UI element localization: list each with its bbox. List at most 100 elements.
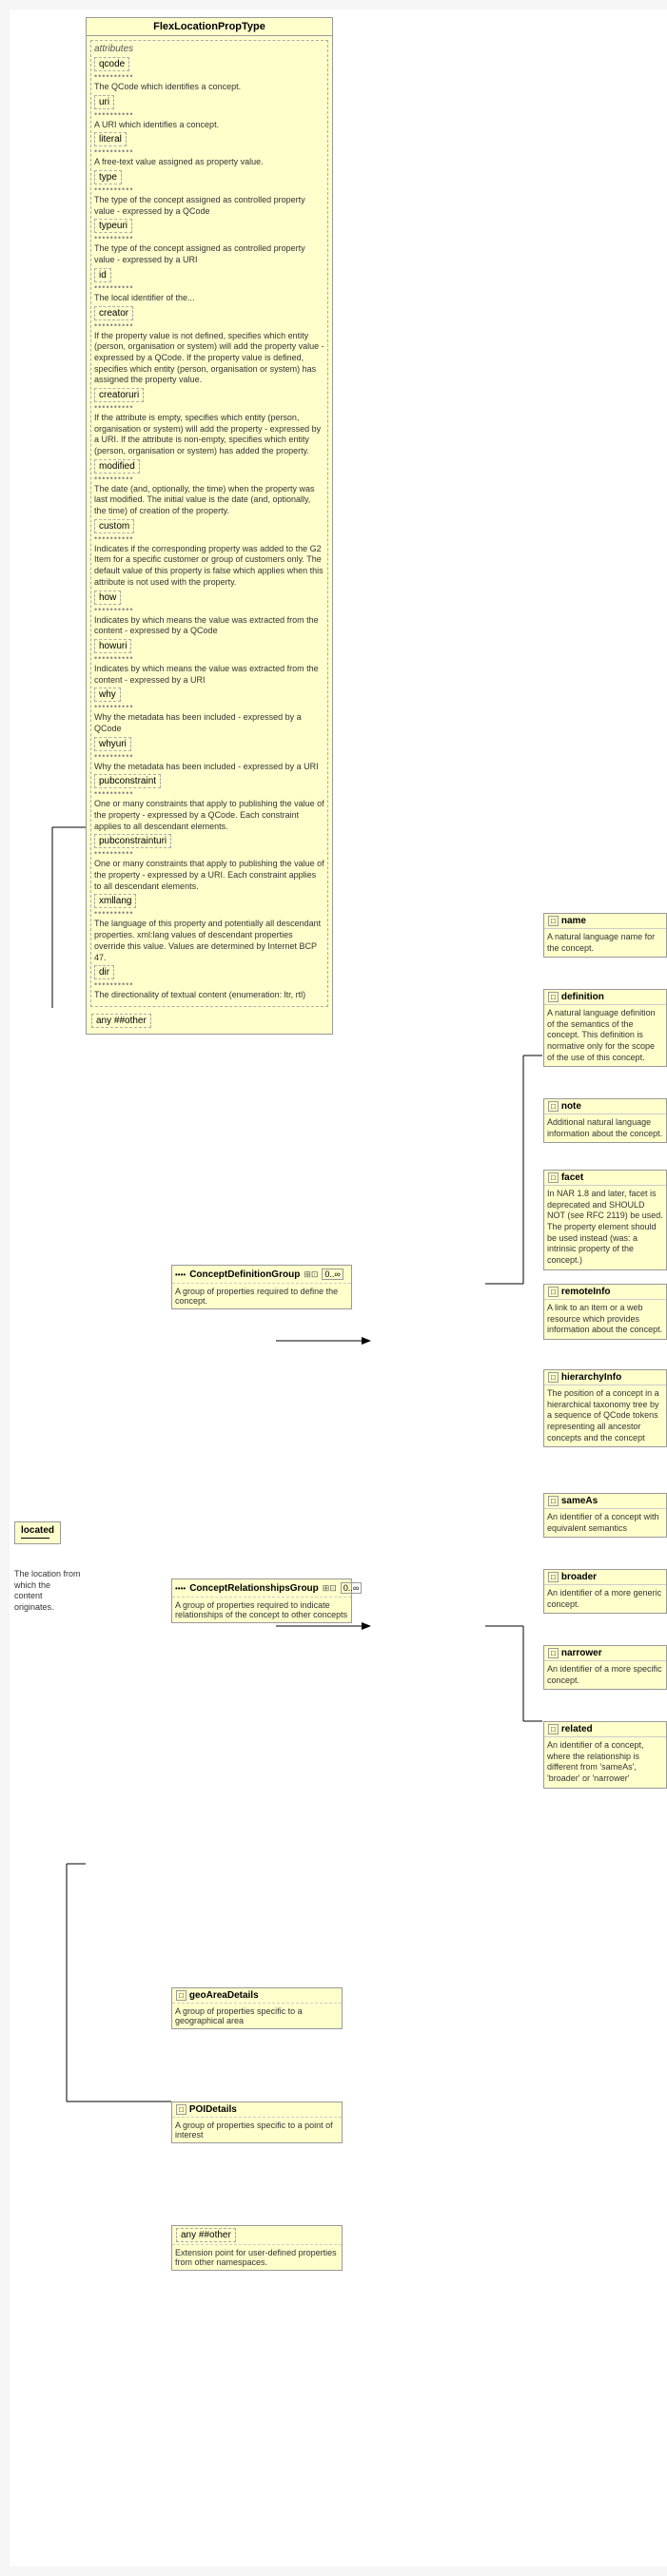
remote-info-desc: A link to an item or a web resource whic… [544,1300,666,1339]
attr-dots-whyuri: •••••••••• [94,751,324,761]
located-label: located [21,1525,54,1536]
attr-desc-qcode: The QCode which identifies a concept. [94,82,324,93]
concept-relationships-group-box: •••• ConceptRelationshipsGroup ⊞⊡ 0..∞ A… [171,1579,352,1623]
attr-type: type •••••••••• The type of the concept … [94,170,324,217]
attr-name-how: how [94,591,121,605]
attr-creatoruri: creatoruri •••••••••• If the attribute i… [94,388,324,457]
attr-dots-modified: •••••••••• [94,474,324,483]
narrower-box: □ narrower An identifier of a more speci… [543,1645,667,1690]
located-desc: The location from which the content orig… [14,1569,81,1614]
name-box: □ name A natural language name for the c… [543,913,667,958]
attr-name-uri: uri [94,95,114,109]
note-marker: □ [548,1101,559,1112]
facet-desc: In NAR 1.8 and later, facet is deprecate… [544,1186,666,1269]
attr-dots-creatoruri: •••••••••• [94,402,324,412]
geo-area-details-box: □ geoAreaDetails A group of properties s… [171,1987,343,2029]
facet-label: facet [561,1172,583,1183]
same-as-marker: □ [548,1496,559,1506]
attr-desc-pubconstraint: One or many constraints that apply to pu… [94,799,324,832]
definition-desc: A natural language definition of the sem… [544,1005,666,1066]
attr-name-id: id [94,268,111,282]
attr-why: why •••••••••• Why the metadata has been… [94,688,324,734]
attr-dir: dir •••••••••• The directionality of tex… [94,965,324,1001]
name-label: name [561,916,586,926]
same-as-desc: An identifier of a concept with equivale… [544,1509,666,1537]
hierarchy-info-box: □ hierarchyInfo The position of a concep… [543,1369,667,1447]
definition-marker: □ [548,992,559,1002]
attr-desc-howuri: Indicates by which means the value was e… [94,664,324,686]
attr-name-dir: dir [94,965,114,979]
concept-rel-group-desc: A group of properties required to indica… [172,1597,351,1622]
name-marker: □ [548,916,559,926]
attr-qcode: qcode •••••••••• The QCode which identif… [94,57,324,93]
related-marker: □ [548,1724,559,1734]
attr-id: id •••••••••• The local identifier of th… [94,268,324,304]
hierarchy-info-label: hierarchyInfo [561,1372,621,1383]
attr-dots-why: •••••••••• [94,702,324,711]
attr-name-typeuri: typeuri [94,219,132,233]
concept-rel-group-cardinality: 0..∞ [341,1582,362,1594]
attr-name-type: type [94,170,122,184]
broader-label: broader [561,1572,597,1582]
attr-desc-pubconstrainturi: One or many constraints that apply to pu… [94,859,324,892]
concept-def-group-label: ConceptDefinitionGroup [189,1269,300,1280]
facet-box: □ facet In NAR 1.8 and later, facet is d… [543,1170,667,1270]
attr-xmllang: xmllang •••••••••• The language of this … [94,894,324,963]
attr-name-xmllang: xmllang [94,894,136,908]
attr-dots-how: •••••••••• [94,605,324,614]
name-desc: A natural language name for the concept. [544,929,666,957]
attr-name-modified: modified [94,459,140,474]
any-other-element: any ##other [91,1014,151,1028]
definition-label: definition [561,992,604,1002]
note-desc: Additional natural language information … [544,1114,666,1142]
any-other-bottom-desc: Extension point for user-defined propert… [172,2244,342,2270]
attributes-section: attributes qcode •••••••••• The QCode wh… [90,40,328,1007]
attr-uri: uri •••••••••• A URI which identifies a … [94,95,324,131]
geo-area-desc: A group of properties specific to a geog… [172,2003,342,2028]
attr-desc-id: The local identifier of the... [94,293,324,304]
any-other-bottom-box: any ##other Extension point for user-def… [171,2225,343,2271]
attr-dots-literal: •••••••••• [94,146,324,156]
attr-name-creator: creator [94,306,133,320]
attr-name-literal: literal [94,132,127,146]
attr-name-pubconstrainturi: pubconstrainturi [94,834,171,848]
any-other-bottom-label: any ##other [176,2228,236,2242]
attr-dots-pubconstraint: •••••••••• [94,788,324,798]
note-box: □ note Additional natural language infor… [543,1098,667,1143]
remote-info-marker: □ [548,1287,559,1297]
attr-name-why: why [94,688,121,702]
remote-info-label: remoteInfo [561,1287,611,1297]
attr-pubconstrainturi: pubconstrainturi •••••••••• One or many … [94,834,324,892]
related-desc: An identifier of a concept, where the re… [544,1737,666,1788]
main-box-title: FlexLocationPropType [87,18,332,36]
attr-desc-type: The type of the concept assigned as cont… [94,195,324,217]
broader-desc: An identifier of a more generic concept. [544,1585,666,1613]
attr-name-creatoruri: creatoruri [94,388,144,402]
narrower-desc: An identifier of a more specific concept… [544,1661,666,1689]
attr-desc-modified: The date (and, optionally, the time) whe… [94,484,324,517]
facet-marker: □ [548,1172,559,1183]
attr-dots-dir: •••••••••• [94,979,324,989]
attr-literal: literal •••••••••• A free-text value ass… [94,132,324,168]
located-box: located [14,1521,61,1544]
attr-modified: modified •••••••••• The date (and, optio… [94,459,324,517]
attr-how: how •••••••••• Indicates by which means … [94,591,324,637]
related-box: □ related An identifier of a concept, wh… [543,1721,667,1789]
concept-def-group-cardinality: 0..∞ [322,1269,343,1280]
attr-dots-type: •••••••••• [94,184,324,194]
attr-name-custom: custom [94,519,134,533]
attr-dots-id: •••••••••• [94,282,324,292]
attr-desc-why: Why the metadata has been included - exp… [94,712,324,734]
attr-dots-creator: •••••••••• [94,320,324,330]
concept-rel-group-label: ConceptRelationshipsGroup [189,1583,319,1594]
attr-whyuri: whyuri •••••••••• Why the metadata has b… [94,737,324,773]
attr-pubconstraint: pubconstraint •••••••••• One or many con… [94,774,324,832]
broader-marker: □ [548,1572,559,1582]
attr-desc-how: Indicates by which means the value was e… [94,615,324,637]
broader-box: □ broader An identifier of a more generi… [543,1569,667,1614]
attr-typeuri: typeuri •••••••••• The type of the conce… [94,219,324,265]
narrower-label: narrower [561,1648,602,1658]
note-label: note [561,1101,581,1112]
poi-details-label: POIDetails [189,2104,237,2115]
attr-name-qcode: qcode [94,57,129,71]
